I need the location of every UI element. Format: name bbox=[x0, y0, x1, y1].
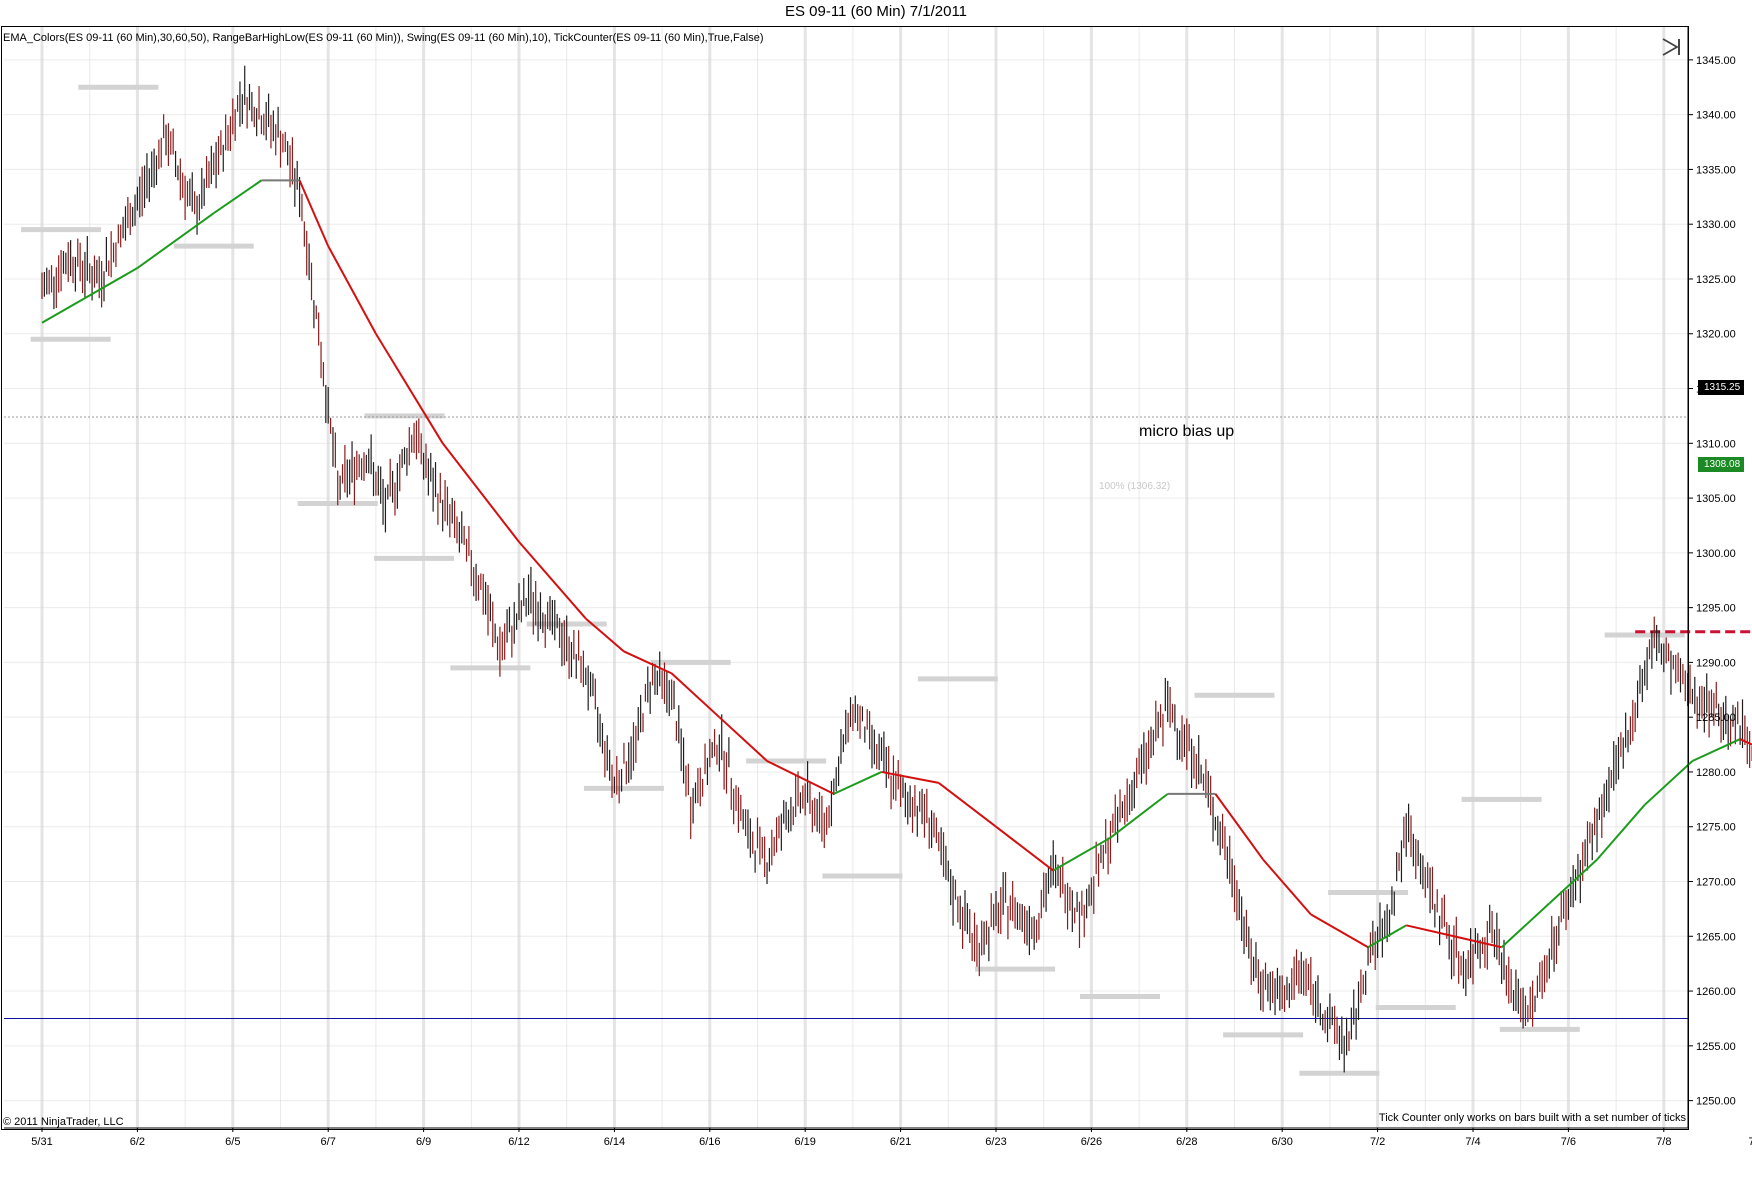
ema-segment bbox=[1052, 836, 1111, 872]
y-tick-label: 1265.00 bbox=[1696, 931, 1736, 943]
y-tick-label: 1255.00 bbox=[1696, 1041, 1736, 1053]
ema-segment bbox=[995, 825, 1054, 872]
y-tick-label: 1250.00 bbox=[1696, 1096, 1736, 1108]
ema-segment bbox=[327, 245, 377, 335]
y-tick-label: 1290.00 bbox=[1696, 657, 1736, 669]
x-tick-label: 6/21 bbox=[890, 1136, 911, 1148]
copyright-text: © 2011 NinjaTrader, LLC bbox=[3, 1116, 124, 1128]
y-tick-label: 1275.00 bbox=[1696, 822, 1736, 834]
ema-segment bbox=[1644, 760, 1694, 806]
ema-segment bbox=[833, 771, 882, 795]
y-tick-label: 1285.00 bbox=[1696, 712, 1736, 724]
indicator-list: EMA_Colors(ES 09-11 (60 Min),30,60,50), … bbox=[3, 32, 764, 44]
x-tick-label: 7/4 bbox=[1465, 1136, 1480, 1148]
x-tick-label: 6/28 bbox=[1176, 1136, 1197, 1148]
x-tick-label: 6/9 bbox=[416, 1136, 431, 1148]
x-tick-label: 6/12 bbox=[508, 1136, 529, 1148]
ema-lines bbox=[41, 179, 1752, 949]
ema-value-badge: 1308.08 bbox=[1698, 457, 1745, 472]
price-chart[interactable]: 1250.00 1255.00 1260.00 1265.00 1270.00 1275.… bbox=[0, 0, 1752, 1177]
axes: 1250.00 1255.00 1260.00 1265.00 1270.00 1275.… bbox=[4, 27, 1752, 1148]
x-tick-label: 7/2 bbox=[1370, 1136, 1385, 1148]
y-tick-label: 1345.00 bbox=[1696, 55, 1736, 67]
ema-segment bbox=[1310, 913, 1369, 949]
micro-bias-annotation: micro bias up bbox=[1139, 423, 1235, 440]
ema-segment bbox=[136, 212, 215, 269]
x-tick-label: 6/5 bbox=[225, 1136, 240, 1148]
tick-counter-note: Tick Counter only works on bars built wi… bbox=[1378, 1112, 1686, 1124]
x-tick-label: 6/2 bbox=[130, 1136, 145, 1148]
ema-segment bbox=[1500, 902, 1550, 948]
x-tick-label: 6/23 bbox=[985, 1136, 1006, 1148]
x-tick-label: 6/7 bbox=[321, 1136, 336, 1148]
x-tick-label: 5/31 bbox=[31, 1136, 52, 1148]
ema-segment bbox=[881, 770, 939, 784]
y-tick-label: 1320.00 bbox=[1696, 329, 1736, 341]
x-tick-label: 6/14 bbox=[604, 1136, 625, 1148]
y-tick-label: 1325.00 bbox=[1696, 274, 1736, 286]
last-price-badge: 1315.25 bbox=[1698, 380, 1745, 395]
x-tick-label: 7/10 bbox=[1748, 1136, 1752, 1148]
x-tick-label: 7/8 bbox=[1656, 1136, 1671, 1148]
ema-segment bbox=[213, 179, 262, 215]
fib-label: 100% (1306.32) bbox=[1099, 481, 1171, 492]
y-tick-label: 1335.00 bbox=[1696, 164, 1736, 176]
x-tick-label: 6/26 bbox=[1081, 1136, 1102, 1148]
price-bars bbox=[41, 65, 1752, 1073]
ema-segment bbox=[766, 760, 835, 795]
y-tick-label: 1300.00 bbox=[1696, 548, 1736, 560]
y-tick-label: 1330.00 bbox=[1696, 219, 1736, 231]
y-tick-label: 1305.00 bbox=[1696, 493, 1736, 505]
skip-to-end-icon[interactable] bbox=[1660, 36, 1682, 58]
y-tick-label: 1340.00 bbox=[1696, 110, 1736, 122]
ema-segment bbox=[938, 782, 997, 828]
ema-segment bbox=[1262, 858, 1312, 916]
x-tick-label: 6/16 bbox=[699, 1136, 720, 1148]
x-tick-label: 7/6 bbox=[1561, 1136, 1576, 1148]
y-tick-label: 1280.00 bbox=[1696, 767, 1736, 779]
y-tick-label: 1270.00 bbox=[1696, 877, 1736, 889]
y-tick-label: 1260.00 bbox=[1696, 986, 1736, 998]
grid-lines bbox=[4, 27, 1688, 1128]
x-tick-label: 6/30 bbox=[1271, 1136, 1292, 1148]
x-tick-label: 6/19 bbox=[794, 1136, 815, 1148]
y-tick-label: 1310.00 bbox=[1696, 438, 1736, 450]
ema-segment bbox=[1692, 738, 1741, 762]
y-tick-label: 1295.00 bbox=[1696, 603, 1736, 615]
